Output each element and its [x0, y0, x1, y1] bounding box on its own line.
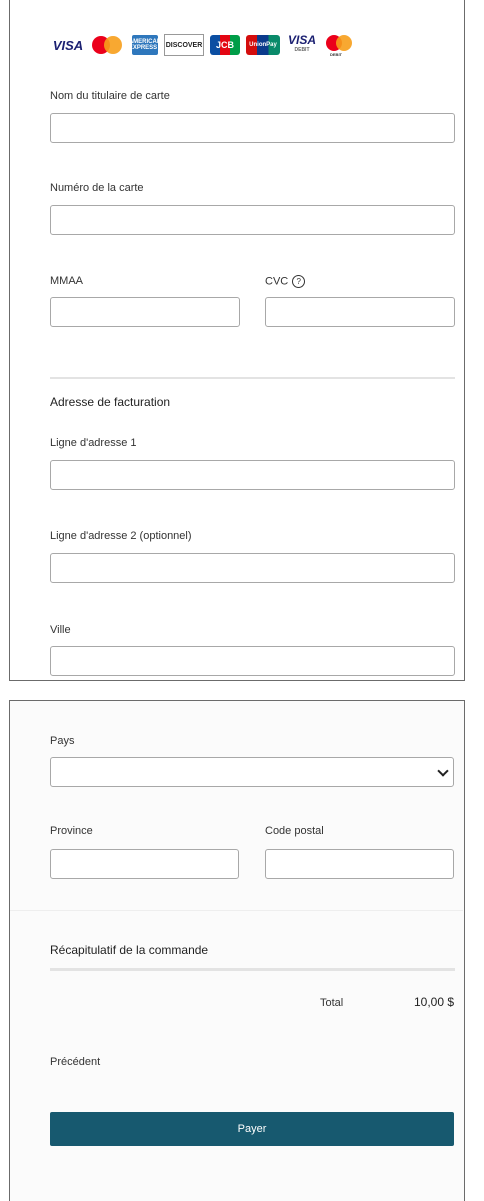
expiry-input[interactable] [50, 297, 240, 327]
address-line2-label: Ligne d'adresse 2 (optionnel) [50, 530, 192, 542]
address-line1-label: Ligne d'adresse 1 [50, 437, 137, 449]
card-number-label: Numéro de la carte [50, 182, 144, 194]
chevron-down-icon [437, 765, 449, 777]
accepted-cards-row: VISA AMERICAN EXPRESS DISCOVER JCB Union… [52, 33, 356, 57]
total-value: 10,00 $ [414, 995, 455, 1009]
help-icon[interactable]: ? [292, 275, 306, 288]
amex-logo: AMERICAN EXPRESS [129, 35, 161, 55]
mastercard-debit-logo: DEBIT [324, 35, 356, 57]
city-input[interactable] [50, 646, 455, 676]
address-line1-input[interactable] [50, 460, 455, 490]
summary-divider [50, 968, 455, 971]
country-select[interactable] [50, 757, 454, 787]
cardholder-label: Nom du titulaire de carte [50, 90, 170, 102]
card-number-input[interactable] [50, 205, 455, 235]
unionpay-logo: UnionPay [246, 35, 280, 55]
summary-separator [10, 910, 463, 911]
back-link[interactable]: Précédent [50, 1056, 100, 1068]
visa-debit-logo: VISA DEBIT [286, 33, 318, 55]
billing-address-title: Adresse de facturation [50, 395, 171, 409]
discover-logo: DISCOVER [164, 34, 204, 56]
visa-logo: VISA [52, 37, 84, 53]
section-divider [50, 377, 455, 379]
address-line2-input[interactable] [50, 553, 455, 583]
province-label: Province [50, 825, 93, 837]
order-summary-title: Récapitulatif de la commande [50, 943, 209, 957]
country-label: Pays [50, 735, 75, 747]
cvc-label: CVC [265, 275, 289, 288]
pay-button[interactable]: Payer [50, 1112, 454, 1146]
total-label: Total [320, 997, 344, 1009]
postal-code-input[interactable] [265, 849, 454, 879]
cardholder-input[interactable] [50, 113, 455, 143]
screenshot-gap [0, 681, 484, 700]
province-input[interactable] [50, 849, 239, 879]
postal-code-label: Code postal [265, 825, 324, 837]
mc-debit-subtext: DEBIT [330, 52, 342, 57]
visa-debit-text: VISA [287, 33, 316, 47]
cvc-input[interactable] [265, 297, 455, 327]
cvc-label-wrap: CVC? [265, 275, 306, 288]
jcb-logo: JCB [210, 35, 240, 55]
city-label: Ville [50, 624, 71, 636]
expiry-label: MMAA [50, 275, 83, 287]
mastercard-logo [90, 35, 126, 55]
visa-debit-subtext: DEBIT [294, 47, 310, 53]
